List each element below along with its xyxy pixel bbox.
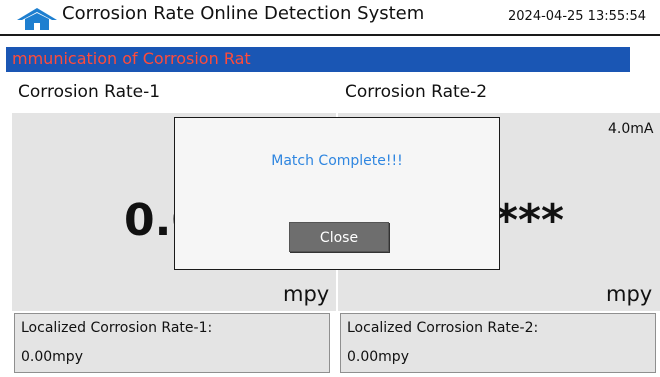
channel-2-label: Corrosion Rate-2 [345, 82, 488, 102]
channel-1-unit: mpy [283, 282, 330, 306]
match-dialog: Match Complete!!! Close [174, 117, 500, 270]
channel-2-localized-box: Localized Corrosion Rate-2: 0.00mpy [340, 313, 656, 373]
dialog-message: Match Complete!!! [271, 153, 403, 169]
channel-2-current: 4.0mA [608, 121, 654, 137]
banner-text: mmunication of Corrosion Rat [12, 49, 251, 68]
title-bar: Corrosion Rate Online Detection System 2… [0, 0, 660, 36]
app-title: Corrosion Rate Online Detection System [62, 3, 425, 24]
channel-2-localized-label: Localized Corrosion Rate-2: [347, 320, 539, 336]
channel-1-localized-box: Localized Corrosion Rate-1: 0.00mpy [14, 313, 330, 373]
channel-1-label: Corrosion Rate-1 [18, 82, 161, 102]
communication-banner: mmunication of Corrosion Rat [6, 47, 630, 72]
channel-1-localized-value: 0.00mpy [21, 349, 83, 365]
close-button[interactable]: Close [289, 222, 389, 252]
channel-2-localized-value: 0.00mpy [347, 349, 409, 365]
datetime: 2024-04-25 13:55:54 [508, 9, 647, 24]
channel-2-unit: mpy [606, 282, 653, 306]
channel-1-localized-label: Localized Corrosion Rate-1: [21, 320, 213, 336]
home-icon[interactable] [16, 7, 58, 31]
